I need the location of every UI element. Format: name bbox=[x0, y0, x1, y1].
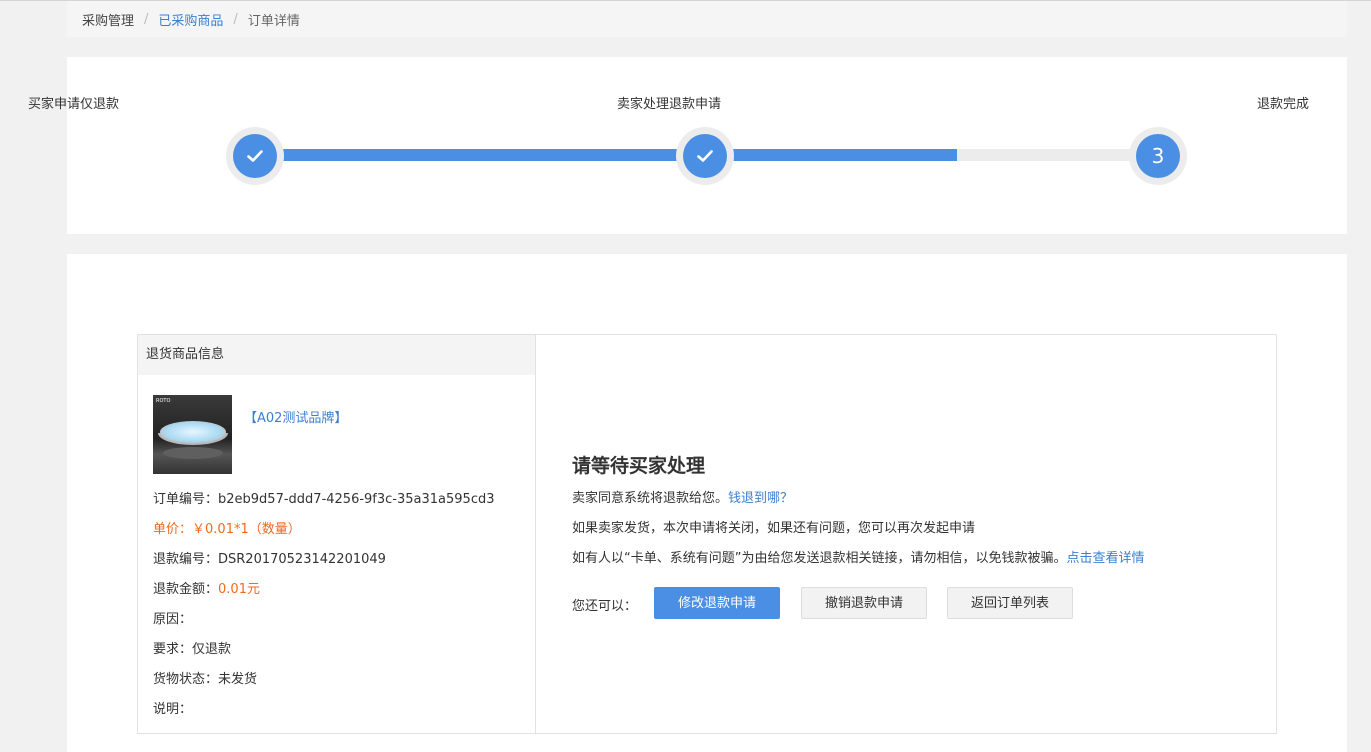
request-value: 仅退款 bbox=[192, 642, 232, 657]
step-node-3: 3 bbox=[1129, 127, 1187, 185]
request-row: 要求：仅退款 bbox=[153, 638, 231, 657]
step-node-1 bbox=[226, 127, 284, 185]
status-title: 请等待买家处理 bbox=[572, 455, 706, 477]
order-number-row: 订单编号：b2eb9d57-ddd7-4256-9f3c-35a31a595cd… bbox=[153, 488, 495, 507]
breadcrumb-purchase-management[interactable]: 采购管理 bbox=[82, 10, 134, 29]
goods-status-label: 货物状态： bbox=[153, 672, 219, 687]
refund-amount-row: 退款金额：0.01元 bbox=[153, 578, 260, 597]
modify-refund-button[interactable]: 修改退款申请 bbox=[654, 587, 780, 619]
breadcrumb-separator: / bbox=[233, 11, 238, 27]
refund-detail-panel: 退货商品信息 ROTO 【A02测试品牌】 订单编号：b2eb9d57-ddd7… bbox=[67, 254, 1347, 752]
product-image[interactable]: ROTO bbox=[153, 395, 232, 474]
refund-info-box: 退货商品信息 ROTO 【A02测试品牌】 订单编号：b2eb9d57-ddd7… bbox=[137, 334, 1277, 734]
status-line-2: 如果卖家发货，本次申请将关闭，如果还有问题，您可以再次发起申请 bbox=[572, 521, 976, 536]
actions-label: 您还可以： bbox=[572, 599, 638, 614]
breadcrumb: 采购管理 / 已采购商品 / 订单详情 bbox=[67, 1, 1347, 37]
note-label: 说明： bbox=[153, 702, 193, 717]
breadcrumb-separator: / bbox=[144, 11, 149, 27]
cancel-refund-button[interactable]: 撤销退款申请 bbox=[801, 587, 927, 619]
step-label-buyer-request: 买家申请仅退款 bbox=[28, 97, 120, 112]
product-brand-link[interactable]: 【A02测试品牌】 bbox=[244, 407, 347, 426]
refund-number-label: 退款编号： bbox=[153, 552, 219, 567]
returned-goods-title: 退货商品信息 bbox=[138, 335, 535, 375]
refund-number-row: 退款编号：DSR20170523142201049 bbox=[153, 548, 386, 567]
refund-status-section: 请等待买家处理 卖家同意系统将退款给您。钱退到哪？ 如果卖家发货，本次申请将关闭… bbox=[572, 335, 1272, 733]
step-label-refund-complete: 退款完成 bbox=[1257, 97, 1310, 112]
refund-progress-steps: 买家申请仅退款 卖家处理退款申请 退款完成 3 bbox=[28, 57, 1347, 234]
order-number-label: 订单编号： bbox=[153, 492, 219, 507]
status-line-1-text: 卖家同意系统将退款给您。 bbox=[572, 491, 729, 506]
view-details-link[interactable]: 点击查看详情 bbox=[1066, 551, 1144, 566]
status-line-3-text: 如有人以“卡单、系统有问题”为由给您发送退款相关链接，请勿相信，以免钱款被骗。 bbox=[572, 551, 1067, 566]
check-icon bbox=[683, 134, 727, 178]
step-label-seller-process: 卖家处理退款申请 bbox=[617, 97, 722, 112]
goods-status-row: 货物状态：未发货 bbox=[153, 668, 257, 687]
note-row: 说明： bbox=[153, 698, 192, 717]
reason-row: 原因： bbox=[153, 608, 192, 627]
product-image-brandmark: ROTO bbox=[156, 398, 171, 404]
progress-fill bbox=[255, 149, 957, 161]
step-node-2 bbox=[676, 127, 734, 185]
refund-amount-label: 退款金额： bbox=[153, 582, 219, 597]
status-line-1: 卖家同意系统将退款给您。钱退到哪？ bbox=[572, 487, 793, 506]
refund-amount-value: 0.01元 bbox=[218, 582, 260, 597]
step-number: 3 bbox=[1136, 134, 1180, 178]
goods-status-value: 未发货 bbox=[218, 672, 258, 687]
breadcrumb-purchased-goods[interactable]: 已采购商品 bbox=[158, 10, 223, 29]
unit-price-row: 单价：￥0.01*1（数量） bbox=[153, 518, 301, 537]
returned-goods-info: 退货商品信息 ROTO 【A02测试品牌】 订单编号：b2eb9d57-ddd7… bbox=[138, 335, 536, 733]
request-label: 要求： bbox=[153, 642, 193, 657]
where-refund-goes-link[interactable]: 钱退到哪？ bbox=[728, 491, 793, 506]
status-line-3: 如有人以“卡单、系统有问题”为由给您发送退款相关链接，请勿相信，以免钱款被骗。点… bbox=[572, 547, 1145, 566]
refund-number-value: DSR20170523142201049 bbox=[218, 552, 386, 567]
check-icon bbox=[233, 134, 277, 178]
unit-price-label: 单价： bbox=[153, 522, 193, 537]
back-to-orders-button[interactable]: 返回订单列表 bbox=[947, 587, 1073, 619]
order-number-value: b2eb9d57-ddd7-4256-9f3c-35a31a595cd3 bbox=[218, 492, 495, 507]
breadcrumb-order-detail: 订单详情 bbox=[247, 13, 300, 29]
reason-label: 原因： bbox=[153, 612, 193, 627]
unit-price-value: ￥0.01*1（数量） bbox=[192, 522, 301, 537]
